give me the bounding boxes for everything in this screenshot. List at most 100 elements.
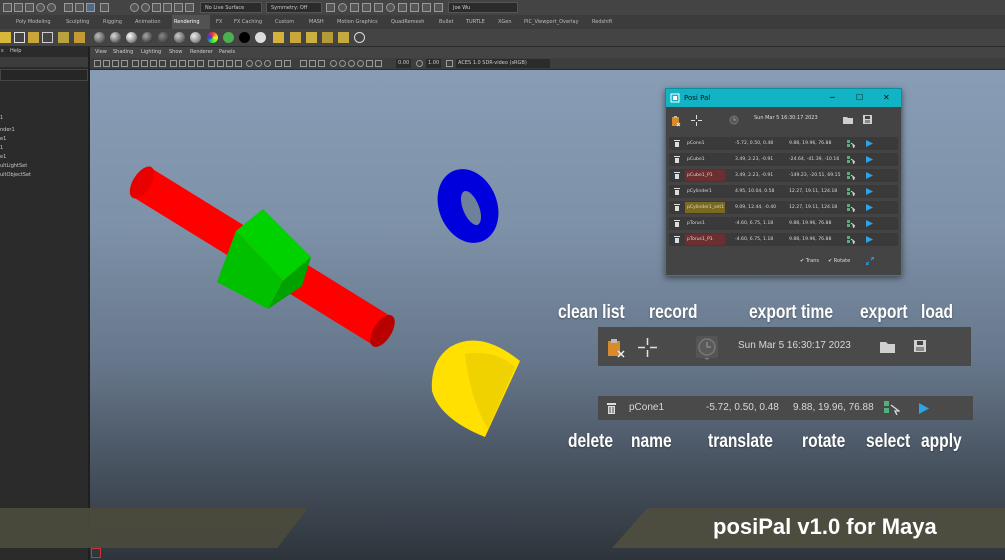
outliner-item[interactable]: e1 xyxy=(0,136,6,142)
exposure-icon[interactable] xyxy=(330,60,337,67)
row-name[interactable]: pCone1 xyxy=(685,138,725,149)
light-editor-icon[interactable] xyxy=(410,3,419,12)
outliner-item[interactable]: 1 xyxy=(0,145,3,151)
render-sequence-icon[interactable] xyxy=(322,32,333,43)
render-icon[interactable] xyxy=(273,32,284,43)
render-frame-icon[interactable] xyxy=(350,3,359,12)
select-icon[interactable] xyxy=(847,140,855,148)
ipr-icon[interactable] xyxy=(290,32,301,43)
film-gate-icon[interactable] xyxy=(141,60,148,67)
snap-surface-icon[interactable] xyxy=(163,3,172,12)
area-light-icon[interactable] xyxy=(14,32,25,43)
viewport-menu-lighting[interactable]: Lighting xyxy=(141,47,161,58)
field-chart-icon[interactable] xyxy=(170,60,177,67)
render-settings-shelf-icon[interactable] xyxy=(354,32,365,43)
outliner-item[interactable]: e1 xyxy=(0,154,6,160)
maximize-icon[interactable]: ☐ xyxy=(856,89,863,107)
xray-icon[interactable] xyxy=(309,60,316,67)
paint-select-icon[interactable] xyxy=(86,3,95,12)
apply-icon[interactable] xyxy=(866,236,873,243)
viewport-menu-shading[interactable]: Shading xyxy=(113,47,133,58)
open-scene-icon[interactable] xyxy=(14,3,23,12)
posipal-title-bar[interactable]: Posi Pal ─ ☐ ✕ xyxy=(666,89,901,107)
viewport-menu-show[interactable]: Show xyxy=(169,47,183,58)
apply-icon[interactable] xyxy=(866,140,873,147)
black-material-icon[interactable] xyxy=(239,32,250,43)
tab-fx-caching[interactable]: FX Caching xyxy=(232,15,264,29)
xray-active-icon[interactable] xyxy=(318,60,325,67)
select-icon[interactable] xyxy=(847,220,855,228)
exposure-field[interactable]: 0.00 xyxy=(396,59,412,68)
isolate-select-icon[interactable] xyxy=(300,60,307,67)
wireframe-on-shaded-icon[interactable] xyxy=(226,60,233,67)
directional-light-icon[interactable] xyxy=(58,32,69,43)
outliner-item[interactable]: ultLightSet xyxy=(0,163,27,169)
row-name[interactable]: pCone1 xyxy=(629,402,664,413)
delete-icon[interactable] xyxy=(607,403,616,414)
viewport-menu-renderer[interactable]: Renderer xyxy=(190,47,213,58)
hud-icon[interactable] xyxy=(348,60,355,67)
row-name[interactable]: pCylinder1 xyxy=(685,186,725,197)
clean-list-icon[interactable] xyxy=(607,338,625,358)
light-icon[interactable] xyxy=(0,32,11,43)
render-setup-icon[interactable] xyxy=(422,3,431,12)
snap-view-icon[interactable] xyxy=(152,3,161,12)
export-folder-icon[interactable] xyxy=(880,341,895,353)
snap-point-icon[interactable] xyxy=(141,3,150,12)
trans-checkbox[interactable]: ✔ Trans xyxy=(800,258,819,264)
toggle-panel-icon[interactable] xyxy=(434,3,443,12)
apply-icon[interactable] xyxy=(866,156,873,163)
spot-light-icon[interactable] xyxy=(28,32,39,43)
bookmark-icon[interactable] xyxy=(112,60,119,67)
safe-action-icon[interactable] xyxy=(179,60,186,67)
smooth-shade-icon[interactable] xyxy=(217,60,224,67)
apply-icon[interactable] xyxy=(866,204,873,211)
expand-icon[interactable] xyxy=(866,257,874,265)
symmetry-dropdown[interactable]: Symmetry: Off xyxy=(266,2,322,13)
tab-animation[interactable]: Animation xyxy=(133,15,163,29)
ambient-occlusion-icon[interactable] xyxy=(264,60,271,67)
delete-icon[interactable] xyxy=(674,156,680,163)
green-material-icon[interactable] xyxy=(223,32,234,43)
live-surface-field[interactable]: No Live Surface xyxy=(200,2,262,13)
lock-icon[interactable] xyxy=(326,3,335,12)
volume-light-icon[interactable] xyxy=(74,32,85,43)
row-name[interactable]: pCube1_P1 xyxy=(685,170,725,181)
select-icon[interactable] xyxy=(847,204,855,212)
tab-xgen[interactable]: XGen xyxy=(496,15,514,29)
camera-icon[interactable] xyxy=(94,60,101,67)
grid-icon[interactable] xyxy=(132,60,139,67)
image-plane-icon[interactable] xyxy=(121,60,128,67)
xray-joints-icon[interactable] xyxy=(197,60,204,67)
anisotropic-icon[interactable] xyxy=(158,32,169,43)
undo-icon[interactable] xyxy=(36,3,45,12)
view-transform-dropdown[interactable]: ACES 1.0 SDR-video (sRGB) xyxy=(456,59,550,68)
outliner-item[interactable]: 1 xyxy=(0,115,3,121)
gamma-toggle-icon[interactable] xyxy=(416,60,423,67)
gamma-icon[interactable] xyxy=(339,60,346,67)
select-icon[interactable] xyxy=(847,236,855,244)
user-account-dropdown[interactable]: Joe Wu xyxy=(448,2,518,13)
clean-list-icon[interactable] xyxy=(671,115,681,127)
export-folder-icon[interactable] xyxy=(843,116,853,124)
delete-icon[interactable] xyxy=(674,236,680,243)
row-name[interactable]: pTorus1 xyxy=(685,218,725,229)
record-icon[interactable] xyxy=(638,338,657,357)
rotate-checkbox[interactable]: ✔ Rotate xyxy=(828,258,850,264)
history-icon[interactable] xyxy=(338,3,347,12)
cone-object[interactable] xyxy=(431,340,520,437)
viewport-layout-icon[interactable] xyxy=(375,60,382,67)
load-save-icon[interactable] xyxy=(863,115,872,124)
redo-icon[interactable] xyxy=(47,3,56,12)
outliner-menu-help[interactable]: Help xyxy=(10,48,21,54)
outliner-item[interactable]: nder1 xyxy=(0,127,15,133)
layered-shader-icon[interactable] xyxy=(190,32,201,43)
new-scene-icon[interactable] xyxy=(3,3,12,12)
export-time-icon[interactable] xyxy=(729,115,739,125)
point-light-icon[interactable] xyxy=(42,32,53,43)
tab-sculpting[interactable]: Sculpting xyxy=(64,15,91,29)
row-name[interactable]: pTorus1_P1 xyxy=(685,234,725,245)
safe-title-icon[interactable] xyxy=(188,60,195,67)
viewport-menu-panels[interactable]: Panels xyxy=(219,47,235,58)
tab-rigging[interactable]: Rigging xyxy=(101,15,124,29)
